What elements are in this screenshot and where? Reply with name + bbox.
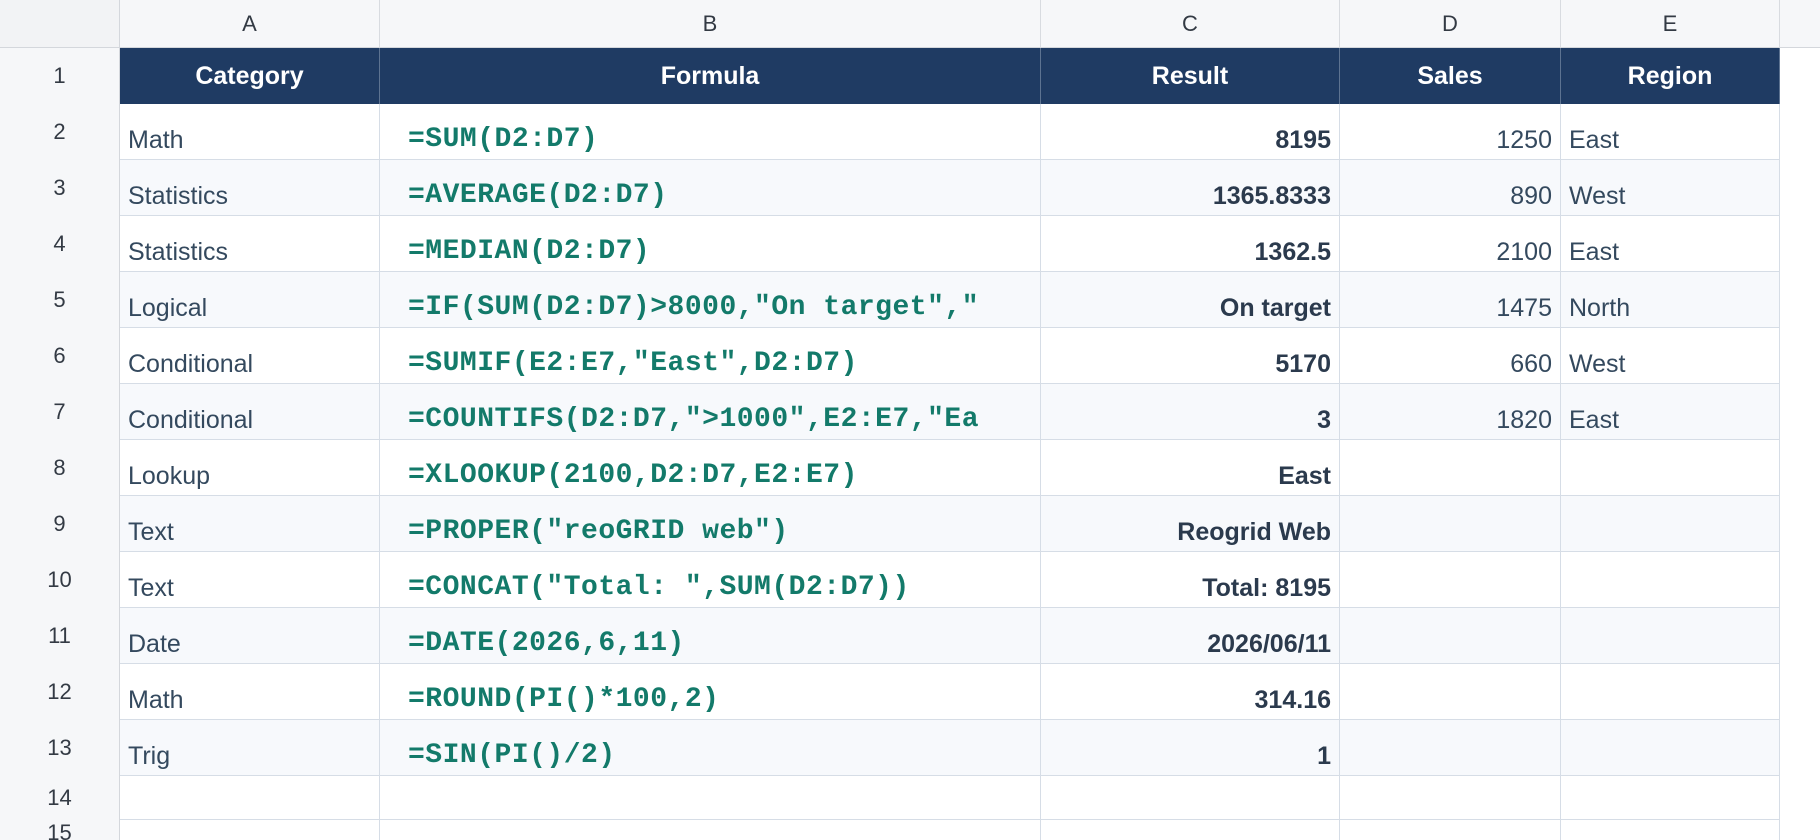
cell-empty[interactable] (120, 820, 380, 840)
cell-empty[interactable] (1340, 776, 1561, 820)
cell-category[interactable]: Math (120, 664, 380, 720)
cell-sales[interactable] (1340, 608, 1561, 664)
cell-result[interactable]: 314.16 (1041, 664, 1340, 720)
cell-result[interactable]: East (1041, 440, 1340, 496)
cell-category[interactable]: Conditional (120, 384, 380, 440)
row-header-4[interactable]: 4 (0, 216, 120, 272)
cell-category[interactable]: Logical (120, 272, 380, 328)
cell-result[interactable]: On target (1041, 272, 1340, 328)
spreadsheet-grid: A B C D E 1 2 3 4 5 6 7 8 9 10 11 12 13 … (0, 0, 1820, 840)
cell-category[interactable]: Statistics (120, 216, 380, 272)
cell-sales[interactable] (1340, 440, 1561, 496)
cell-region[interactable] (1561, 720, 1780, 776)
row-header-2[interactable]: 2 (0, 104, 120, 160)
cell-result[interactable]: 2026/06/11 (1041, 608, 1340, 664)
cell-result[interactable]: 1 (1041, 720, 1340, 776)
cell-empty[interactable] (1561, 776, 1780, 820)
cell-category[interactable]: Text (120, 552, 380, 608)
cell-result[interactable]: 8195 (1041, 104, 1340, 160)
cell-sales[interactable]: 660 (1340, 328, 1561, 384)
cell-formula[interactable]: =CONCAT("Total: ",SUM(D2:D7)) (380, 552, 1041, 608)
cell-sales[interactable] (1340, 664, 1561, 720)
cell-sales[interactable]: 1820 (1340, 384, 1561, 440)
cell-region[interactable]: East (1561, 104, 1780, 160)
row-header-3[interactable]: 3 (0, 160, 120, 216)
column-header-a[interactable]: A (120, 0, 380, 48)
cell-formula[interactable]: =PROPER("reoGRID web") (380, 496, 1041, 552)
cell-formula[interactable]: =COUNTIFS(D2:D7,">1000",E2:E7,"Ea (380, 384, 1041, 440)
column-header-d[interactable]: D (1340, 0, 1561, 48)
row-header-13[interactable]: 13 (0, 720, 120, 776)
cell-result[interactable]: Total: 8195 (1041, 552, 1340, 608)
cell-category[interactable]: Lookup (120, 440, 380, 496)
cell-result[interactable]: Reogrid Web (1041, 496, 1340, 552)
select-all-corner[interactable] (0, 0, 120, 48)
column-header-b[interactable]: B (380, 0, 1041, 48)
cell-region[interactable] (1561, 496, 1780, 552)
cell-header-sales[interactable]: Sales (1340, 48, 1561, 104)
cell-region[interactable]: West (1561, 328, 1780, 384)
cell-empty[interactable] (380, 820, 1041, 840)
cell-result[interactable]: 5170 (1041, 328, 1340, 384)
cell-category[interactable]: Trig (120, 720, 380, 776)
cell-formula[interactable]: =SUM(D2:D7) (380, 104, 1041, 160)
cell-region[interactable]: East (1561, 216, 1780, 272)
row-header-14[interactable]: 14 (0, 776, 120, 820)
cell-sales[interactable]: 890 (1340, 160, 1561, 216)
cell-result[interactable]: 1365.8333 (1041, 160, 1340, 216)
row-header-15[interactable]: 15 (0, 820, 120, 840)
cell-sales[interactable]: 1475 (1340, 272, 1561, 328)
cell-region[interactable]: West (1561, 160, 1780, 216)
cell-category[interactable]: Text (120, 496, 380, 552)
column-header-e[interactable]: E (1561, 0, 1780, 48)
cell-sales[interactable]: 2100 (1340, 216, 1561, 272)
cell-sales[interactable] (1340, 552, 1561, 608)
cell-formula[interactable]: =AVERAGE(D2:D7) (380, 160, 1041, 216)
cell-header-region[interactable]: Region (1561, 48, 1780, 104)
row-header-11[interactable]: 11 (0, 608, 120, 664)
cell-header-formula[interactable]: Formula (380, 48, 1041, 104)
cell-header-category[interactable]: Category (120, 48, 380, 104)
row-header-5[interactable]: 5 (0, 272, 120, 328)
row-header-7[interactable]: 7 (0, 384, 120, 440)
cell-region[interactable] (1561, 608, 1780, 664)
row-header-8[interactable]: 8 (0, 440, 120, 496)
cell-category[interactable]: Conditional (120, 328, 380, 384)
cell-empty[interactable] (1041, 820, 1340, 840)
row-header-6[interactable]: 6 (0, 328, 120, 384)
cell-result[interactable]: 1362.5 (1041, 216, 1340, 272)
row-header-12[interactable]: 12 (0, 664, 120, 720)
cell-formula[interactable]: =XLOOKUP(2100,D2:D7,E2:E7) (380, 440, 1041, 496)
cell-empty[interactable] (380, 776, 1041, 820)
cell-sales[interactable]: 1250 (1340, 104, 1561, 160)
cell-category[interactable]: Math (120, 104, 380, 160)
cell-formula[interactable]: =MEDIAN(D2:D7) (380, 216, 1041, 272)
column-header-c[interactable]: C (1041, 0, 1340, 48)
cell-formula[interactable]: =DATE(2026,6,11) (380, 608, 1041, 664)
cell-empty[interactable] (120, 776, 380, 820)
cell-sales[interactable] (1340, 720, 1561, 776)
cell-region[interactable]: North (1561, 272, 1780, 328)
cell-region[interactable] (1561, 552, 1780, 608)
cell-header-result[interactable]: Result (1041, 48, 1340, 104)
cell-category[interactable]: Statistics (120, 160, 380, 216)
cell-formula[interactable]: =ROUND(PI()*100,2) (380, 664, 1041, 720)
cell-region[interactable] (1561, 664, 1780, 720)
row-header-10[interactable]: 10 (0, 552, 120, 608)
row-header-1[interactable]: 1 (0, 48, 120, 104)
cell-empty[interactable] (1561, 820, 1780, 840)
cell-region[interactable] (1561, 440, 1780, 496)
cell-formula[interactable]: =IF(SUM(D2:D7)>8000,"On target"," (380, 272, 1041, 328)
cell-result[interactable]: 3 (1041, 384, 1340, 440)
cell-formula[interactable]: =SUMIF(E2:E7,"East",D2:D7) (380, 328, 1041, 384)
cell-empty[interactable] (1041, 776, 1340, 820)
column-header-blank (1780, 0, 1820, 48)
cell-empty[interactable] (1340, 820, 1561, 840)
cell-category[interactable]: Date (120, 608, 380, 664)
cell-formula[interactable]: =SIN(PI()/2) (380, 720, 1041, 776)
cell-sales[interactable] (1340, 496, 1561, 552)
row-header-9[interactable]: 9 (0, 496, 120, 552)
cell-region[interactable]: East (1561, 384, 1780, 440)
